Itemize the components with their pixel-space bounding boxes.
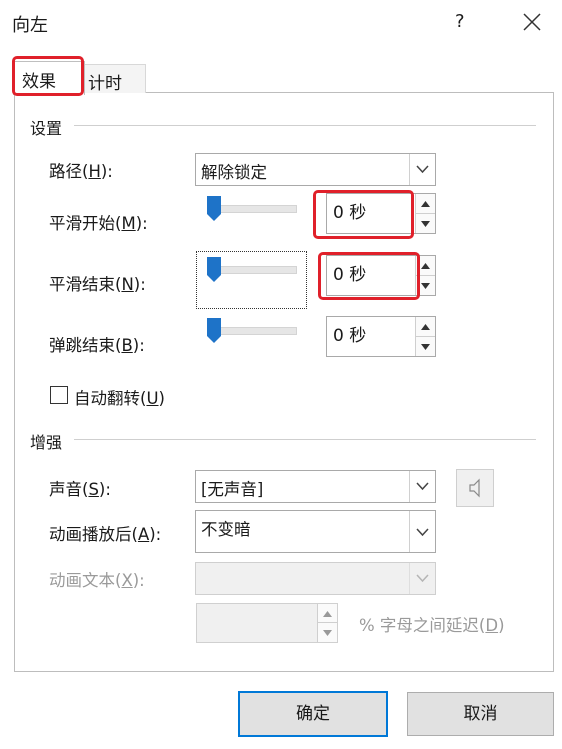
after-anim-label: 动画播放后(A):	[49, 525, 162, 544]
anim-text-dropdown[interactable]	[195, 562, 436, 595]
anim-text-label: 动画文本(X):	[49, 571, 145, 590]
ok-button[interactable]: 确定	[238, 691, 388, 737]
bounce-end-spinner[interactable]: 0 秒	[326, 316, 436, 357]
settings-group-label: 设置	[30, 115, 71, 139]
enhance-group-label: 增强	[30, 429, 71, 453]
letter-delay-spinner[interactable]	[196, 603, 338, 643]
anim-text-dropdown-button[interactable]	[409, 563, 435, 594]
letter-delay-label: % 字母之间延迟(D)	[359, 616, 505, 635]
path-label: 路径(H):	[49, 162, 113, 181]
sound-dropdown-button[interactable]	[409, 471, 435, 502]
chevron-down-icon	[416, 574, 429, 583]
path-value: 解除锁定	[201, 163, 267, 182]
speaker-icon	[469, 478, 480, 498]
smooth-end-label: 平滑结束(N):	[49, 275, 146, 294]
after-anim-dropdown-button[interactable]	[409, 511, 435, 552]
auto-reverse-label[interactable]: 自动翻转(U)	[74, 385, 165, 409]
arrow-down-icon	[421, 343, 430, 350]
smooth-start-highlight-box	[313, 190, 414, 239]
chevron-down-icon	[416, 165, 429, 174]
sound-value: [无声音]	[201, 480, 264, 499]
tab-highlight-box	[12, 56, 84, 96]
smooth-start-up-button[interactable]	[415, 194, 435, 214]
close-icon	[523, 13, 541, 31]
smooth-start-label: 平滑开始(M):	[49, 214, 148, 233]
bounce-end-label: 弹跳结束(B):	[49, 336, 145, 355]
bounce-end-down-button[interactable]	[415, 336, 435, 356]
after-anim-dropdown[interactable]: 不变暗	[195, 510, 436, 553]
smooth-start-down-button[interactable]	[415, 213, 435, 233]
sound-label: 声音(S):	[49, 480, 111, 499]
smooth-start-slider-thumb[interactable]	[207, 196, 221, 222]
chevron-down-icon	[416, 482, 429, 491]
close-button[interactable]	[518, 8, 546, 36]
letter-delay-up-button[interactable]	[317, 604, 337, 623]
sound-preview-button[interactable]	[456, 469, 494, 507]
cancel-button[interactable]: 取消	[407, 692, 554, 736]
smooth-end-highlight-box	[318, 252, 420, 300]
arrow-up-icon	[421, 201, 430, 207]
arrow-down-icon	[421, 220, 430, 227]
tab-timing[interactable]: 计时	[83, 64, 146, 94]
path-dropdown-button[interactable]	[409, 154, 435, 185]
arrow-up-icon	[421, 324, 430, 330]
help-button[interactable]: ?	[455, 11, 465, 32]
arrow-up-icon	[323, 611, 332, 617]
settings-divider	[74, 125, 536, 126]
after-anim-value: 不变暗	[201, 520, 251, 539]
smooth-end-slider-thumb[interactable]	[207, 257, 221, 283]
chevron-down-icon	[416, 528, 429, 537]
enhance-divider	[74, 439, 536, 440]
bounce-end-up-button[interactable]	[415, 317, 435, 337]
auto-reverse-checkbox[interactable]	[50, 386, 68, 404]
tab-timing-label: 计时	[88, 74, 122, 94]
dialog-title: 向左	[12, 15, 48, 36]
sound-dropdown[interactable]: [无声音]	[195, 470, 436, 503]
arrow-down-icon	[323, 630, 332, 636]
letter-delay-down-button[interactable]	[317, 623, 337, 642]
bounce-end-value[interactable]: 0 秒	[333, 321, 366, 346]
path-dropdown[interactable]: 解除锁定	[195, 153, 436, 186]
bounce-end-slider-thumb[interactable]	[207, 318, 221, 344]
